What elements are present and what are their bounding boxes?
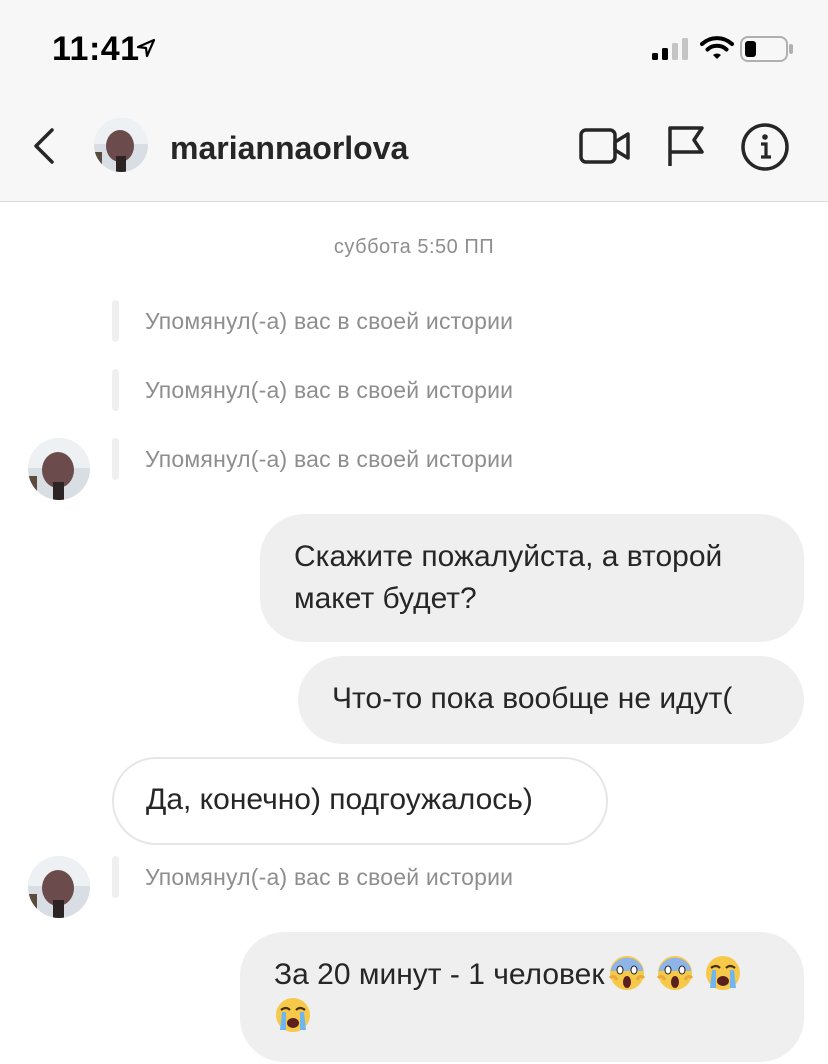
incoming-message[interactable]: Да, конечно) подгоужалось) bbox=[112, 757, 608, 845]
location-arrow-icon bbox=[136, 38, 156, 58]
sender-avatar[interactable] bbox=[28, 856, 90, 918]
message-text: Что-то пока вообще не идут( bbox=[332, 682, 733, 715]
mention-bar bbox=[112, 369, 119, 411]
face-screaming-emoji bbox=[609, 956, 646, 990]
info-icon[interactable] bbox=[740, 122, 790, 172]
face-screaming-emoji bbox=[657, 956, 694, 990]
mention-text: Упомянул(-а) вас в своей истории bbox=[145, 377, 514, 403]
status-bar: 11:41 bbox=[0, 0, 828, 96]
mention-text: Упомянул(-а) вас в своей истории bbox=[145, 864, 514, 890]
wifi-icon bbox=[700, 36, 734, 59]
header-avatar[interactable] bbox=[94, 118, 148, 172]
status-time: 11:41 bbox=[52, 30, 140, 68]
cellular-signal-icon bbox=[652, 38, 688, 60]
username[interactable]: mariannaorlova bbox=[170, 130, 408, 167]
outgoing-message[interactable]: Скажите пожалуйста, а второй макет будет… bbox=[260, 514, 804, 642]
outgoing-message[interactable]: Что-то пока вообще не идут( bbox=[298, 656, 804, 744]
chevron-left-icon[interactable] bbox=[26, 122, 66, 170]
mention-text: Упомянул(-а) вас в своей истории bbox=[145, 308, 514, 334]
loudly-crying-emoji bbox=[706, 956, 741, 990]
chat-timestamp: суббота 5:50 ПП bbox=[333, 236, 495, 258]
battery-icon bbox=[740, 36, 793, 62]
message-text: За 20 минут - 1 человек bbox=[274, 958, 605, 991]
mention-bar bbox=[112, 438, 119, 480]
message-text: Да, конечно) подгоужалось) bbox=[146, 783, 533, 816]
chat-header: mariannaorlova bbox=[0, 96, 828, 202]
mention-bar bbox=[112, 856, 119, 898]
message-text: Скажите пожалуйста, а второй макет будет… bbox=[294, 540, 723, 615]
flag-icon[interactable] bbox=[664, 124, 708, 168]
mention-text: Упомянул(-а) вас в своей истории bbox=[145, 446, 514, 472]
outgoing-message[interactable]: За 20 минут - 1 человек bbox=[240, 932, 804, 1062]
mention-bar bbox=[112, 300, 119, 342]
video-camera-icon[interactable] bbox=[578, 126, 632, 166]
loudly-crying-emoji bbox=[276, 998, 310, 1032]
sender-avatar[interactable] bbox=[28, 438, 90, 500]
